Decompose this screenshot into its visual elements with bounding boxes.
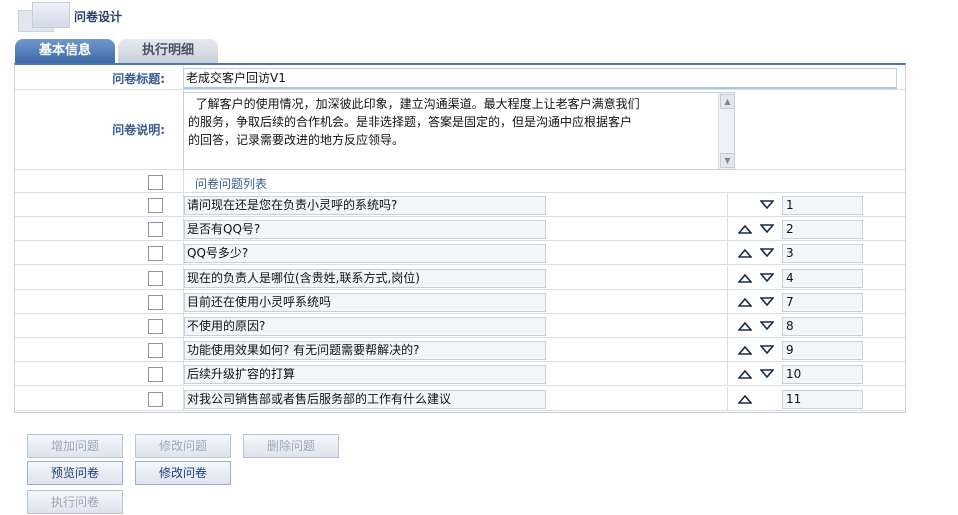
description-text: 了解客户的使用情况，加深彼此印象，建立沟通渠道。最大程度上让老客户满意我们 的服… [188, 97, 640, 147]
move-up-icon[interactable] [738, 321, 754, 333]
divider [15, 216, 905, 218]
question-order-field[interactable]: 4 [782, 269, 863, 288]
scroll-up-icon[interactable]: ▲ [720, 94, 735, 109]
divider [15, 192, 905, 193]
move-down-icon[interactable] [760, 369, 776, 381]
header-logo [18, 2, 70, 32]
move-up-icon[interactable] [738, 394, 754, 406]
question-checkbox[interactable] [148, 246, 163, 261]
move-down-icon[interactable] [760, 273, 776, 285]
question-order-field[interactable]: 11 [782, 390, 863, 409]
add-question-button[interactable]: 增加问题 [27, 434, 123, 458]
question-text-field[interactable]: 目前还在使用小灵呼系统吗 [184, 293, 546, 312]
survey-form: 问卷标题: 老成交客户回访V1 问卷说明: 了解客户的使用情况，加深彼此印象，建… [14, 63, 906, 413]
move-up-icon[interactable] [738, 273, 754, 285]
question-text-field[interactable]: 不使用的原因? [184, 317, 546, 336]
move-up-icon[interactable] [738, 369, 754, 381]
move-down-icon[interactable] [760, 345, 776, 357]
question-order-field[interactable]: 9 [782, 341, 863, 360]
divider [15, 289, 905, 291]
move-up-icon[interactable] [738, 297, 754, 309]
question-list-header: 问卷问题列表 [195, 177, 268, 191]
divider [15, 385, 905, 387]
question-text-field[interactable]: 后续升级扩容的打算 [184, 365, 546, 384]
move-down-icon[interactable] [760, 248, 776, 260]
divider [727, 338, 728, 363]
title-field[interactable]: 老成交客户回访V1 [183, 68, 897, 89]
question-text-field[interactable]: 功能使用效果如何? 有无问题需要帮解决的? [184, 341, 546, 360]
divider [15, 264, 905, 266]
question-checkbox[interactable] [148, 295, 163, 310]
question-checkbox[interactable] [148, 319, 163, 334]
description-scrollbar[interactable]: ▲ ▼ [718, 93, 735, 169]
question-order-field[interactable]: 8 [782, 317, 863, 336]
divider [15, 240, 905, 242]
divider [727, 290, 728, 315]
question-order-field[interactable]: 7 [782, 293, 863, 312]
divider [727, 266, 728, 291]
divider [727, 241, 728, 266]
question-checkbox[interactable] [148, 343, 163, 358]
divider [15, 313, 905, 315]
preview-survey-button[interactable]: 预览问卷 [27, 461, 123, 485]
description-label: 问卷说明: [112, 123, 165, 137]
question-order-field[interactable]: 3 [782, 244, 863, 263]
question-checkbox[interactable] [148, 222, 163, 237]
move-up-icon[interactable] [738, 345, 754, 357]
question-text-field[interactable]: QQ号多少? [184, 244, 546, 263]
question-checkbox[interactable] [148, 198, 163, 213]
execute-survey-button[interactable]: 执行问卷 [27, 490, 123, 514]
delete-question-button[interactable]: 删除问题 [243, 434, 339, 458]
move-down-icon[interactable] [760, 297, 776, 309]
tab-basic-info[interactable]: 基本信息 [15, 39, 115, 63]
divider [15, 410, 905, 412]
select-all-checkbox[interactable] [148, 175, 163, 190]
question-text-field[interactable]: 请问现在还是您在负责小灵呼的系统吗? [184, 196, 546, 215]
description-textarea[interactable]: 了解客户的使用情况，加深彼此印象，建立沟通渠道。最大程度上让老客户满意我们 的服… [183, 92, 735, 170]
divider [727, 387, 728, 412]
move-up-icon[interactable] [738, 248, 754, 260]
divider [15, 89, 905, 90]
move-down-icon[interactable] [760, 224, 776, 236]
move-up-icon[interactable] [738, 224, 754, 236]
tab-execution-details[interactable]: 执行明细 [118, 39, 218, 63]
divider [727, 362, 728, 387]
modify-question-button[interactable]: 修改问题 [135, 434, 231, 458]
question-order-field[interactable]: 1 [782, 196, 863, 215]
question-checkbox[interactable] [148, 392, 163, 407]
divider [15, 337, 905, 339]
question-text-field[interactable]: 是否有QQ号? [184, 220, 546, 239]
divider [727, 314, 728, 339]
divider [727, 217, 728, 242]
move-down-icon[interactable] [760, 321, 776, 333]
question-order-field[interactable]: 10 [782, 365, 863, 384]
page-title: 问卷设计 [74, 10, 123, 24]
modify-survey-button[interactable]: 修改问卷 [135, 461, 231, 485]
scroll-down-icon[interactable]: ▼ [720, 153, 735, 168]
question-text-field[interactable]: 对我公司销售部或者售后服务部的工作有什么建议 [184, 390, 546, 409]
title-label: 问卷标题: [112, 72, 165, 86]
question-order-field[interactable]: 2 [782, 220, 863, 239]
question-checkbox[interactable] [148, 367, 163, 382]
question-checkbox[interactable] [148, 271, 163, 286]
question-text-field[interactable]: 现在的负责人是哪位(含贵姓,联系方式,岗位) [184, 269, 546, 288]
move-down-icon[interactable] [760, 200, 776, 212]
divider [15, 361, 905, 363]
divider [727, 193, 728, 218]
